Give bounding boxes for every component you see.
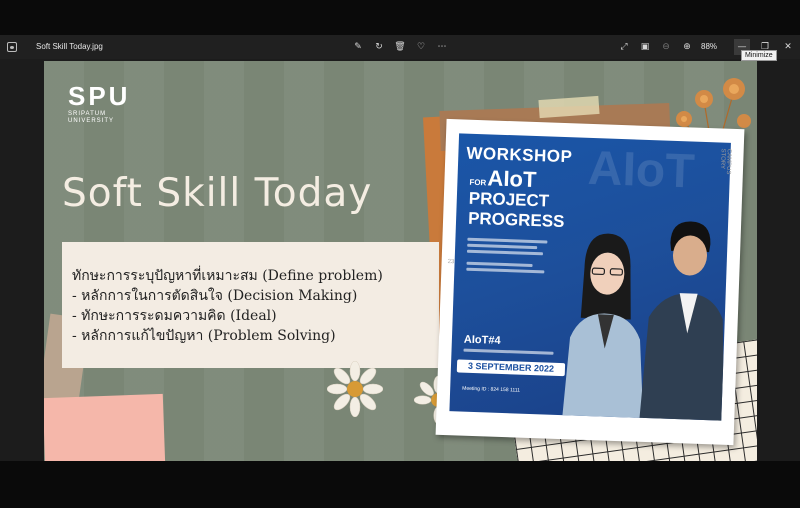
minimize-tooltip: Minimize <box>741 50 777 61</box>
poster-date: 3 SEPTEMBER 2022 <box>456 359 566 377</box>
poster-photo: AIoT WORKSHOP FOR AIoT PROJECT PROGRESS … <box>435 118 745 446</box>
topic-line: ทักษะการระบุปัญหาที่เหมาะสม (Define prob… <box>72 268 383 284</box>
favorite-icon[interactable]: ♡ <box>413 39 429 55</box>
more-icon[interactable]: ⋯ <box>434 39 450 55</box>
title-bar: Soft Skill Today.jpg ✎ ↻ 🗑 ♡ ⋯ ⤢ ▣ ⊖ ⊕ 8… <box>0 35 800 61</box>
poster-detail-line <box>463 348 554 355</box>
logo-subtitle: SRIPATUM UNIVERSITY <box>68 111 115 124</box>
app-icon <box>7 42 17 52</box>
poster-watermark: AIoT <box>587 141 696 199</box>
zoom-out-icon[interactable]: ⊖ <box>658 39 674 55</box>
poster-meeting-id: Meeting ID : 824 158 1111 <box>462 385 521 394</box>
close-icon[interactable]: ✕ <box>780 39 796 55</box>
file-name: Soft Skill Today.jpg <box>36 42 103 51</box>
topic-line: - หลักการแก้ไขปัญหา (Problem Solving) <box>72 328 336 344</box>
poster-detail-line <box>466 249 544 256</box>
edit-icon[interactable]: ✎ <box>350 39 366 55</box>
zoom-in-icon[interactable]: ⊕ <box>679 39 695 55</box>
zoom-level: 88% <box>701 42 718 51</box>
poster-for: FOR <box>469 177 487 188</box>
poster-detail-line <box>467 237 548 244</box>
topic-line: - หลักการในการตัดสินใจ (Decision Making) <box>72 288 358 304</box>
poster-workshop: WORKSHOP <box>466 143 573 167</box>
logo-spu: SPU <box>68 81 131 111</box>
fit-icon[interactable]: ▣ <box>637 39 653 55</box>
rotate-icon[interactable]: ↻ <box>371 39 387 55</box>
poster-detail-line <box>466 267 545 274</box>
poster-page-number: 23 <box>447 259 455 266</box>
poster-code: AIoT#4 <box>463 333 501 347</box>
poster-detail-line <box>466 261 533 267</box>
fullscreen-icon[interactable]: ⤢ <box>616 39 632 55</box>
decor-paper <box>44 393 166 461</box>
topic-box: ทักษะการระบุปัญหาที่เหมาะสม (Define prob… <box>62 242 439 368</box>
topic-line: - ทักษะการระดมความคิด (Ideal) <box>72 308 277 324</box>
daisy-icon <box>327 361 383 417</box>
letterbox-bottom <box>0 461 800 508</box>
poster-project: PROJECT <box>468 188 550 211</box>
poster-detail-line <box>467 243 538 250</box>
speaker-man-photo <box>639 221 725 421</box>
slide-title: Soft Skill Today <box>62 171 373 216</box>
poster-side-label: CAMPUS STORY <box>719 148 732 175</box>
slide-image: SPU SRIPATUM UNIVERSITY Soft Skill Today… <box>44 61 757 461</box>
poster-progress: PROGRESS <box>467 208 565 232</box>
delete-icon[interactable]: 🗑 <box>392 39 408 55</box>
workshop-poster: AIoT WORKSHOP FOR AIoT PROJECT PROGRESS … <box>449 133 731 421</box>
photo-viewer-window: Soft Skill Today.jpg ✎ ↻ 🗑 ♡ ⋯ ⤢ ▣ ⊖ ⊕ 8… <box>0 35 800 461</box>
